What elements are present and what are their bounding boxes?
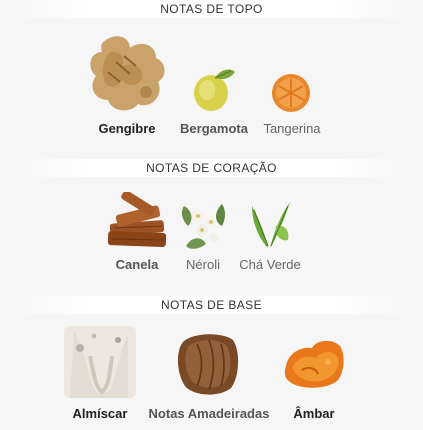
woody-notes-icon — [175, 332, 241, 396]
note-ginger[interactable]: Gengibre — [82, 30, 172, 140]
note-label-bergamot: Bergamota — [180, 121, 248, 136]
note-label-tangerine: Tangerina — [263, 121, 321, 136]
note-musk[interactable]: Almíscar — [62, 324, 138, 424]
note-tangerine[interactable]: Tangerina — [256, 30, 328, 140]
note-label-ginger: Gengibre — [98, 121, 156, 136]
note-label-amber: Âmbar — [293, 406, 335, 421]
note-label-musk: Almíscar — [72, 406, 128, 421]
note-label-woody-notes: Notas Amadeiradas — [148, 406, 270, 421]
note-label-green-tea: Chá Verde — [239, 257, 301, 272]
tangerine-icon — [270, 72, 312, 114]
note-woody-notes[interactable]: Notas Amadeiradas — [144, 324, 274, 424]
note-amber[interactable]: Âmbar — [280, 324, 348, 424]
section-title-base-notes: NOTAS DE BASE — [0, 296, 423, 314]
note-bergamot[interactable]: Bergamota — [175, 30, 253, 140]
note-label-neroli: Néroli — [186, 257, 220, 272]
musk-icon — [64, 326, 136, 398]
ginger-icon — [86, 32, 168, 114]
section-title-top-notes: NOTAS DE TOPO — [0, 0, 423, 18]
neroli-icon — [178, 200, 228, 250]
section-title-heart-notes: NOTAS DE CORAÇÃO — [0, 159, 423, 177]
note-cinnamon[interactable]: Canela — [104, 188, 170, 278]
note-neroli[interactable]: Néroli — [174, 188, 232, 278]
note-green-tea[interactable]: Chá Verde — [236, 188, 304, 278]
amber-icon — [282, 336, 346, 392]
bergamot-icon — [189, 66, 237, 114]
cinnamon-icon — [106, 192, 168, 250]
green-tea-icon — [246, 200, 294, 250]
note-label-cinnamon: Canela — [115, 257, 159, 272]
fragrance-notes-page: NOTAS DE TOPO Gengibre Bergamota Tangeri… — [0, 0, 423, 430]
